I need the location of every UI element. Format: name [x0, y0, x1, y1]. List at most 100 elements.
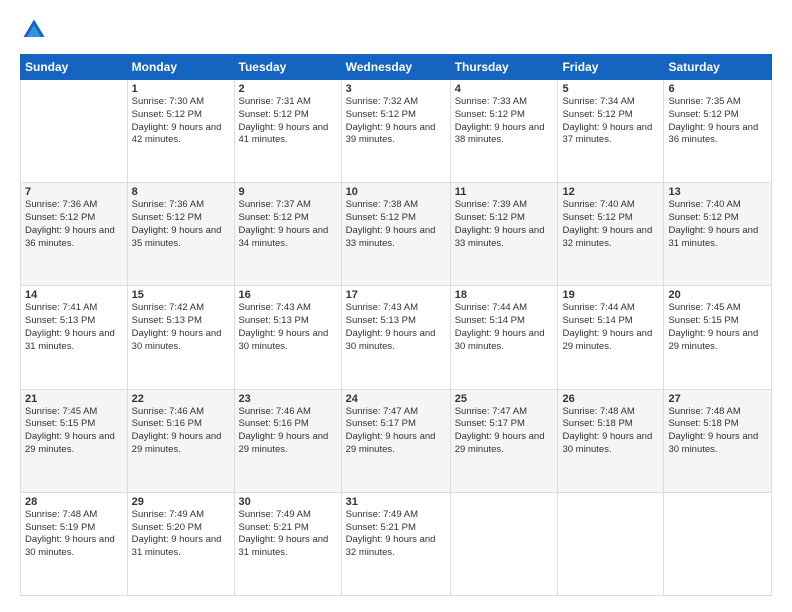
day-info: Sunrise: 7:47 AMSunset: 5:17 PMDaylight:…	[455, 406, 554, 457]
day-number: 20	[668, 289, 767, 301]
day-info: Sunrise: 7:37 AMSunset: 5:12 PMDaylight:…	[239, 199, 337, 250]
day-number: 22	[132, 393, 230, 405]
week-row-4: 28Sunrise: 7:48 AMSunset: 5:19 PMDayligh…	[21, 492, 772, 595]
day-cell: 23Sunrise: 7:46 AMSunset: 5:16 PMDayligh…	[234, 389, 341, 492]
day-number: 18	[455, 289, 554, 301]
weekday-header-tuesday: Tuesday	[234, 55, 341, 80]
day-cell: 2Sunrise: 7:31 AMSunset: 5:12 PMDaylight…	[234, 80, 341, 183]
day-info: Sunrise: 7:48 AMSunset: 5:19 PMDaylight:…	[25, 509, 123, 560]
weekday-header-saturday: Saturday	[664, 55, 772, 80]
day-info: Sunrise: 7:35 AMSunset: 5:12 PMDaylight:…	[668, 96, 767, 147]
day-number: 15	[132, 289, 230, 301]
day-cell: 8Sunrise: 7:36 AMSunset: 5:12 PMDaylight…	[127, 183, 234, 286]
day-info: Sunrise: 7:46 AMSunset: 5:16 PMDaylight:…	[132, 406, 230, 457]
day-cell: 3Sunrise: 7:32 AMSunset: 5:12 PMDaylight…	[341, 80, 450, 183]
day-number: 29	[132, 496, 230, 508]
day-cell: 5Sunrise: 7:34 AMSunset: 5:12 PMDaylight…	[558, 80, 664, 183]
day-info: Sunrise: 7:34 AMSunset: 5:12 PMDaylight:…	[562, 96, 659, 147]
day-cell: 28Sunrise: 7:48 AMSunset: 5:19 PMDayligh…	[21, 492, 128, 595]
day-info: Sunrise: 7:48 AMSunset: 5:18 PMDaylight:…	[562, 406, 659, 457]
day-cell	[450, 492, 558, 595]
day-cell: 15Sunrise: 7:42 AMSunset: 5:13 PMDayligh…	[127, 286, 234, 389]
day-number: 13	[668, 186, 767, 198]
day-cell: 11Sunrise: 7:39 AMSunset: 5:12 PMDayligh…	[450, 183, 558, 286]
day-number: 1	[132, 83, 230, 95]
day-number: 16	[239, 289, 337, 301]
day-cell: 9Sunrise: 7:37 AMSunset: 5:12 PMDaylight…	[234, 183, 341, 286]
day-info: Sunrise: 7:42 AMSunset: 5:13 PMDaylight:…	[132, 302, 230, 353]
weekday-header-monday: Monday	[127, 55, 234, 80]
day-cell: 14Sunrise: 7:41 AMSunset: 5:13 PMDayligh…	[21, 286, 128, 389]
day-number: 3	[346, 83, 446, 95]
week-row-1: 7Sunrise: 7:36 AMSunset: 5:12 PMDaylight…	[21, 183, 772, 286]
day-number: 6	[668, 83, 767, 95]
day-info: Sunrise: 7:43 AMSunset: 5:13 PMDaylight:…	[239, 302, 337, 353]
day-number: 19	[562, 289, 659, 301]
week-row-2: 14Sunrise: 7:41 AMSunset: 5:13 PMDayligh…	[21, 286, 772, 389]
day-number: 24	[346, 393, 446, 405]
day-number: 31	[346, 496, 446, 508]
day-number: 23	[239, 393, 337, 405]
day-cell: 10Sunrise: 7:38 AMSunset: 5:12 PMDayligh…	[341, 183, 450, 286]
day-number: 12	[562, 186, 659, 198]
day-number: 30	[239, 496, 337, 508]
weekday-header-thursday: Thursday	[450, 55, 558, 80]
day-cell: 16Sunrise: 7:43 AMSunset: 5:13 PMDayligh…	[234, 286, 341, 389]
day-info: Sunrise: 7:40 AMSunset: 5:12 PMDaylight:…	[562, 199, 659, 250]
day-info: Sunrise: 7:36 AMSunset: 5:12 PMDaylight:…	[132, 199, 230, 250]
day-cell: 31Sunrise: 7:49 AMSunset: 5:21 PMDayligh…	[341, 492, 450, 595]
day-cell: 25Sunrise: 7:47 AMSunset: 5:17 PMDayligh…	[450, 389, 558, 492]
day-cell: 21Sunrise: 7:45 AMSunset: 5:15 PMDayligh…	[21, 389, 128, 492]
day-info: Sunrise: 7:46 AMSunset: 5:16 PMDaylight:…	[239, 406, 337, 457]
day-number: 11	[455, 186, 554, 198]
day-cell: 20Sunrise: 7:45 AMSunset: 5:15 PMDayligh…	[664, 286, 772, 389]
page-header	[20, 16, 772, 44]
day-cell: 1Sunrise: 7:30 AMSunset: 5:12 PMDaylight…	[127, 80, 234, 183]
day-cell	[21, 80, 128, 183]
day-info: Sunrise: 7:41 AMSunset: 5:13 PMDaylight:…	[25, 302, 123, 353]
day-cell: 6Sunrise: 7:35 AMSunset: 5:12 PMDaylight…	[664, 80, 772, 183]
week-row-3: 21Sunrise: 7:45 AMSunset: 5:15 PMDayligh…	[21, 389, 772, 492]
day-number: 28	[25, 496, 123, 508]
calendar-table: SundayMondayTuesdayWednesdayThursdayFrid…	[20, 54, 772, 596]
day-info: Sunrise: 7:36 AMSunset: 5:12 PMDaylight:…	[25, 199, 123, 250]
weekday-header-sunday: Sunday	[21, 55, 128, 80]
day-cell	[558, 492, 664, 595]
day-number: 26	[562, 393, 659, 405]
day-cell: 13Sunrise: 7:40 AMSunset: 5:12 PMDayligh…	[664, 183, 772, 286]
day-cell: 18Sunrise: 7:44 AMSunset: 5:14 PMDayligh…	[450, 286, 558, 389]
day-info: Sunrise: 7:30 AMSunset: 5:12 PMDaylight:…	[132, 96, 230, 147]
day-number: 5	[562, 83, 659, 95]
day-cell: 19Sunrise: 7:44 AMSunset: 5:14 PMDayligh…	[558, 286, 664, 389]
day-info: Sunrise: 7:39 AMSunset: 5:12 PMDaylight:…	[455, 199, 554, 250]
logo-icon	[20, 16, 48, 44]
day-number: 27	[668, 393, 767, 405]
day-info: Sunrise: 7:40 AMSunset: 5:12 PMDaylight:…	[668, 199, 767, 250]
day-info: Sunrise: 7:45 AMSunset: 5:15 PMDaylight:…	[668, 302, 767, 353]
day-info: Sunrise: 7:45 AMSunset: 5:15 PMDaylight:…	[25, 406, 123, 457]
day-info: Sunrise: 7:43 AMSunset: 5:13 PMDaylight:…	[346, 302, 446, 353]
day-number: 14	[25, 289, 123, 301]
day-number: 10	[346, 186, 446, 198]
day-number: 7	[25, 186, 123, 198]
day-cell: 30Sunrise: 7:49 AMSunset: 5:21 PMDayligh…	[234, 492, 341, 595]
day-info: Sunrise: 7:31 AMSunset: 5:12 PMDaylight:…	[239, 96, 337, 147]
day-cell: 27Sunrise: 7:48 AMSunset: 5:18 PMDayligh…	[664, 389, 772, 492]
day-info: Sunrise: 7:44 AMSunset: 5:14 PMDaylight:…	[562, 302, 659, 353]
weekday-header-friday: Friday	[558, 55, 664, 80]
day-info: Sunrise: 7:48 AMSunset: 5:18 PMDaylight:…	[668, 406, 767, 457]
day-cell: 26Sunrise: 7:48 AMSunset: 5:18 PMDayligh…	[558, 389, 664, 492]
day-info: Sunrise: 7:33 AMSunset: 5:12 PMDaylight:…	[455, 96, 554, 147]
day-cell: 24Sunrise: 7:47 AMSunset: 5:17 PMDayligh…	[341, 389, 450, 492]
weekday-header-row: SundayMondayTuesdayWednesdayThursdayFrid…	[21, 55, 772, 80]
day-cell: 29Sunrise: 7:49 AMSunset: 5:20 PMDayligh…	[127, 492, 234, 595]
weekday-header-wednesday: Wednesday	[341, 55, 450, 80]
calendar-page: SundayMondayTuesdayWednesdayThursdayFrid…	[0, 0, 792, 612]
day-cell: 17Sunrise: 7:43 AMSunset: 5:13 PMDayligh…	[341, 286, 450, 389]
day-info: Sunrise: 7:44 AMSunset: 5:14 PMDaylight:…	[455, 302, 554, 353]
day-number: 9	[239, 186, 337, 198]
day-cell: 7Sunrise: 7:36 AMSunset: 5:12 PMDaylight…	[21, 183, 128, 286]
day-info: Sunrise: 7:47 AMSunset: 5:17 PMDaylight:…	[346, 406, 446, 457]
day-number: 8	[132, 186, 230, 198]
day-info: Sunrise: 7:49 AMSunset: 5:21 PMDaylight:…	[346, 509, 446, 560]
